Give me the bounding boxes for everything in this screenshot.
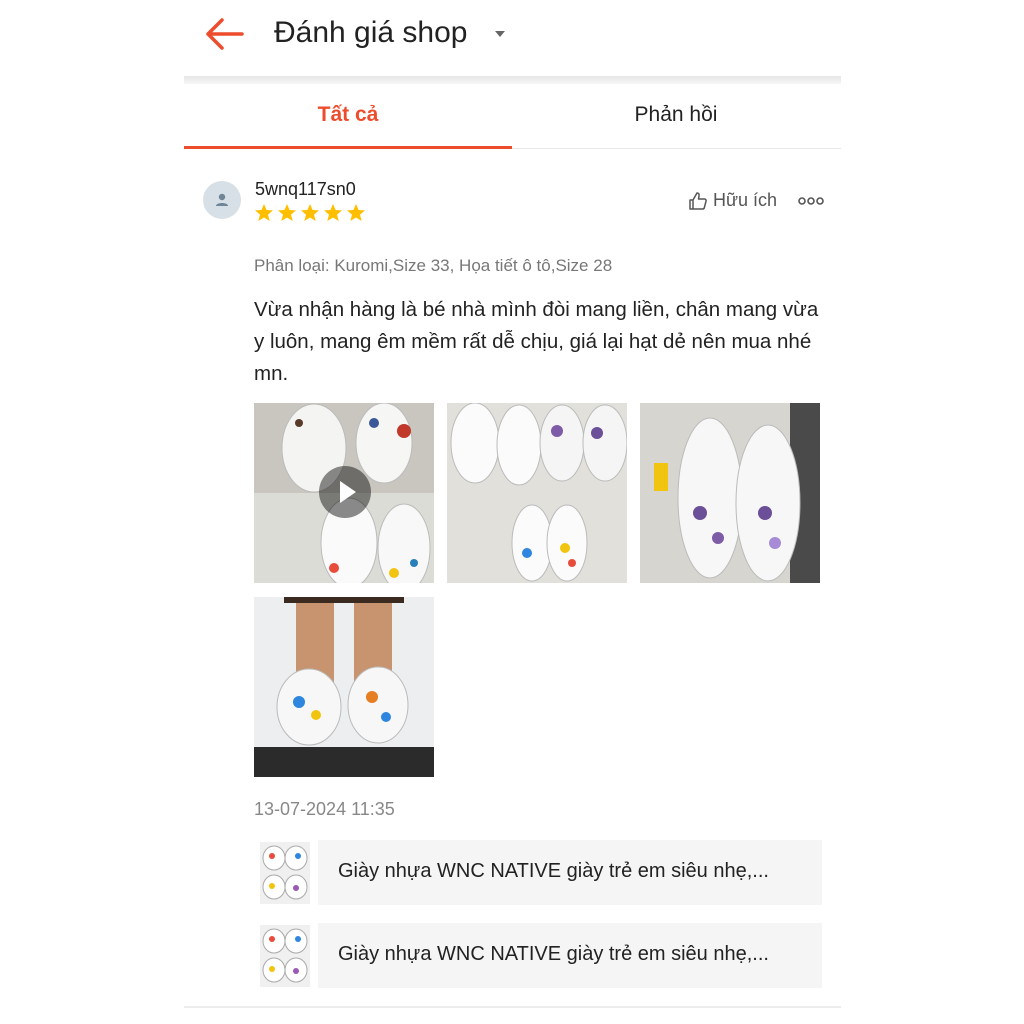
review-image[interactable]	[640, 403, 820, 583]
product-thumbnail	[260, 842, 310, 904]
review-content: Vừa nhận hàng là bé nhà mình đòi mang li…	[254, 298, 819, 385]
tab-all[interactable]: Tất cả	[184, 84, 512, 149]
app-header: Đánh giá shop	[184, 0, 841, 78]
product-link[interactable]: Giày nhựa WNC NATIVE giày trẻ em siêu nh…	[254, 840, 822, 906]
product-thumbnail	[260, 925, 310, 987]
helpful-label: Hữu ích	[713, 190, 778, 210]
caret-down-icon[interactable]	[494, 28, 506, 40]
back-button[interactable]	[202, 14, 246, 54]
star-icon	[347, 204, 365, 221]
star-icon	[278, 204, 296, 221]
play-button[interactable]	[319, 466, 371, 518]
header-divider	[184, 76, 841, 84]
divider	[184, 1006, 841, 1008]
product-name-box: Giày nhựa WNC NATIVE giày trẻ em siêu nh…	[318, 923, 822, 988]
shoes-image	[640, 403, 820, 583]
star-icon	[255, 204, 273, 221]
star-rating	[254, 203, 366, 223]
arrow-left-icon	[206, 18, 244, 50]
review-video-thumbnail[interactable]	[254, 403, 434, 583]
product-name: Giày nhựa WNC NATIVE giày trẻ em siêu nh…	[338, 860, 769, 882]
star-icon	[301, 204, 319, 221]
user-icon	[216, 193, 228, 206]
shoes-image	[447, 403, 627, 583]
product-name: Giày nhựa WNC NATIVE giày trẻ em siêu nh…	[338, 943, 769, 965]
play-icon	[340, 481, 356, 503]
review-screen: Đánh giá shop Tất cả Phản hồi 5wnq117sn0…	[184, 0, 841, 1024]
review-timestamp: 13-07-2024 11:35	[254, 799, 395, 819]
page-title[interactable]: Đánh giá shop	[274, 16, 467, 50]
child-wearing-shoes-image	[254, 597, 434, 777]
helpful-button[interactable]: Hữu ích	[688, 190, 777, 211]
reviewer-username: 5wnq117sn0	[255, 179, 356, 199]
avatar[interactable]	[203, 181, 241, 219]
variant-text: Phân loại: Kuromi,Size 33, Họa tiết ô tô…	[254, 256, 613, 275]
tab-replies[interactable]: Phản hồi	[512, 84, 840, 146]
tab-bar: Tất cả Phản hồi	[184, 84, 841, 149]
star-icon	[324, 204, 342, 221]
review-image[interactable]	[254, 597, 434, 777]
review-image[interactable]	[447, 403, 627, 583]
product-name-box: Giày nhựa WNC NATIVE giày trẻ em siêu nh…	[318, 840, 822, 905]
thumbs-up-icon	[689, 191, 707, 210]
more-options-icon[interactable]	[798, 195, 824, 207]
product-link[interactable]: Giày nhựa WNC NATIVE giày trẻ em siêu nh…	[254, 923, 822, 989]
